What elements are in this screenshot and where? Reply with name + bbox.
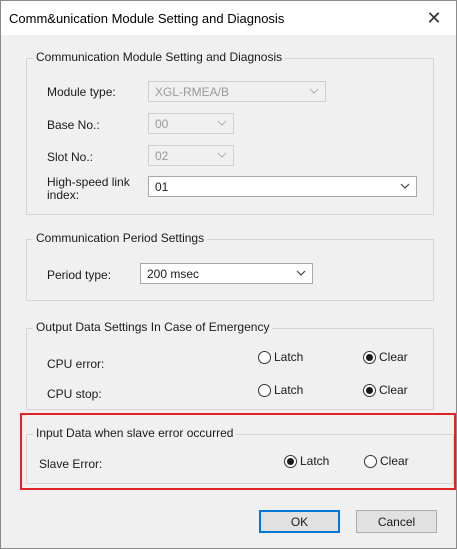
radio-unselected-icon xyxy=(258,350,271,364)
cpu-error-latch-radio[interactable]: Latch xyxy=(258,350,303,364)
slave-error-latch-radio[interactable]: Latch xyxy=(284,454,329,468)
close-button[interactable]: ✕ xyxy=(412,1,456,35)
module-settings-group: Communication Module Setting and Diagnos… xyxy=(26,50,434,215)
chevron-down-icon xyxy=(400,183,410,189)
ok-button[interactable]: OK xyxy=(259,510,340,533)
chevron-down-icon xyxy=(217,120,227,126)
hs-link-label-line1: High-speed link xyxy=(47,175,130,189)
slot-no-label: Slot No.: xyxy=(47,150,94,164)
period-type-label: Period type: xyxy=(47,268,112,282)
radio-unselected-icon xyxy=(364,454,377,468)
base-no-select[interactable]: 00 xyxy=(148,113,234,134)
cpu-stop-latch-radio[interactable]: Latch xyxy=(258,383,303,397)
module-settings-group-title: Communication Module Setting and Diagnos… xyxy=(33,50,286,64)
base-no-label: Base No.: xyxy=(47,118,100,132)
slave-error-group-title: Input Data when slave error occurred xyxy=(33,426,237,440)
radio-selected-icon xyxy=(363,350,376,364)
radio-label: Clear xyxy=(379,350,408,364)
radio-selected-icon xyxy=(363,383,376,397)
chevron-down-icon xyxy=(296,270,306,276)
cpu-error-clear-radio[interactable]: Clear xyxy=(363,350,408,364)
hs-link-index-select[interactable]: 01 xyxy=(148,176,417,197)
period-type-value: 200 msec xyxy=(147,267,200,281)
radio-label: Clear xyxy=(380,454,409,468)
slot-no-value: 02 xyxy=(155,149,169,163)
period-type-select[interactable]: 200 msec xyxy=(140,263,313,284)
title-bar: Comm&unication Module Setting and Diagno… xyxy=(1,1,456,35)
slave-error-clear-radio[interactable]: Clear xyxy=(364,454,409,468)
cpu-stop-label: CPU stop: xyxy=(47,387,102,401)
window-title: Comm&unication Module Setting and Diagno… xyxy=(9,11,285,26)
chevron-down-icon xyxy=(217,152,227,158)
emergency-settings-group-title: Output Data Settings In Case of Emergenc… xyxy=(33,320,273,334)
emergency-settings-group: Output Data Settings In Case of Emergenc… xyxy=(26,320,434,410)
cpu-stop-clear-radio[interactable]: Clear xyxy=(363,383,408,397)
radio-label: Latch xyxy=(274,383,304,397)
module-type-select[interactable]: XGL-RMEA/B xyxy=(148,81,326,102)
radio-label: Clear xyxy=(379,383,408,397)
radio-unselected-icon xyxy=(258,383,271,397)
period-settings-group-title: Communication Period Settings xyxy=(33,231,208,245)
period-settings-group: Communication Period Settings Period typ… xyxy=(26,231,434,301)
module-type-value: XGL-RMEA/B xyxy=(155,85,230,99)
close-icon: ✕ xyxy=(426,7,442,28)
hs-link-label-line2: index: xyxy=(47,188,80,202)
dialog-window: Comm&unication Module Setting and Diagno… xyxy=(0,0,457,549)
cancel-button[interactable]: Cancel xyxy=(356,510,437,533)
base-no-value: 00 xyxy=(155,117,169,131)
radio-selected-icon xyxy=(284,454,297,468)
hs-link-index-value: 01 xyxy=(155,180,169,194)
slot-no-select[interactable]: 02 xyxy=(148,145,234,166)
slave-error-label: Slave Error: xyxy=(39,457,103,471)
radio-label: Latch xyxy=(274,350,304,364)
chevron-down-icon xyxy=(309,88,319,94)
slave-error-group: Input Data when slave error occurred Sla… xyxy=(26,426,454,484)
cpu-error-label: CPU error: xyxy=(47,357,105,371)
radio-label: Latch xyxy=(300,454,330,468)
module-type-label: Module type: xyxy=(47,85,116,99)
